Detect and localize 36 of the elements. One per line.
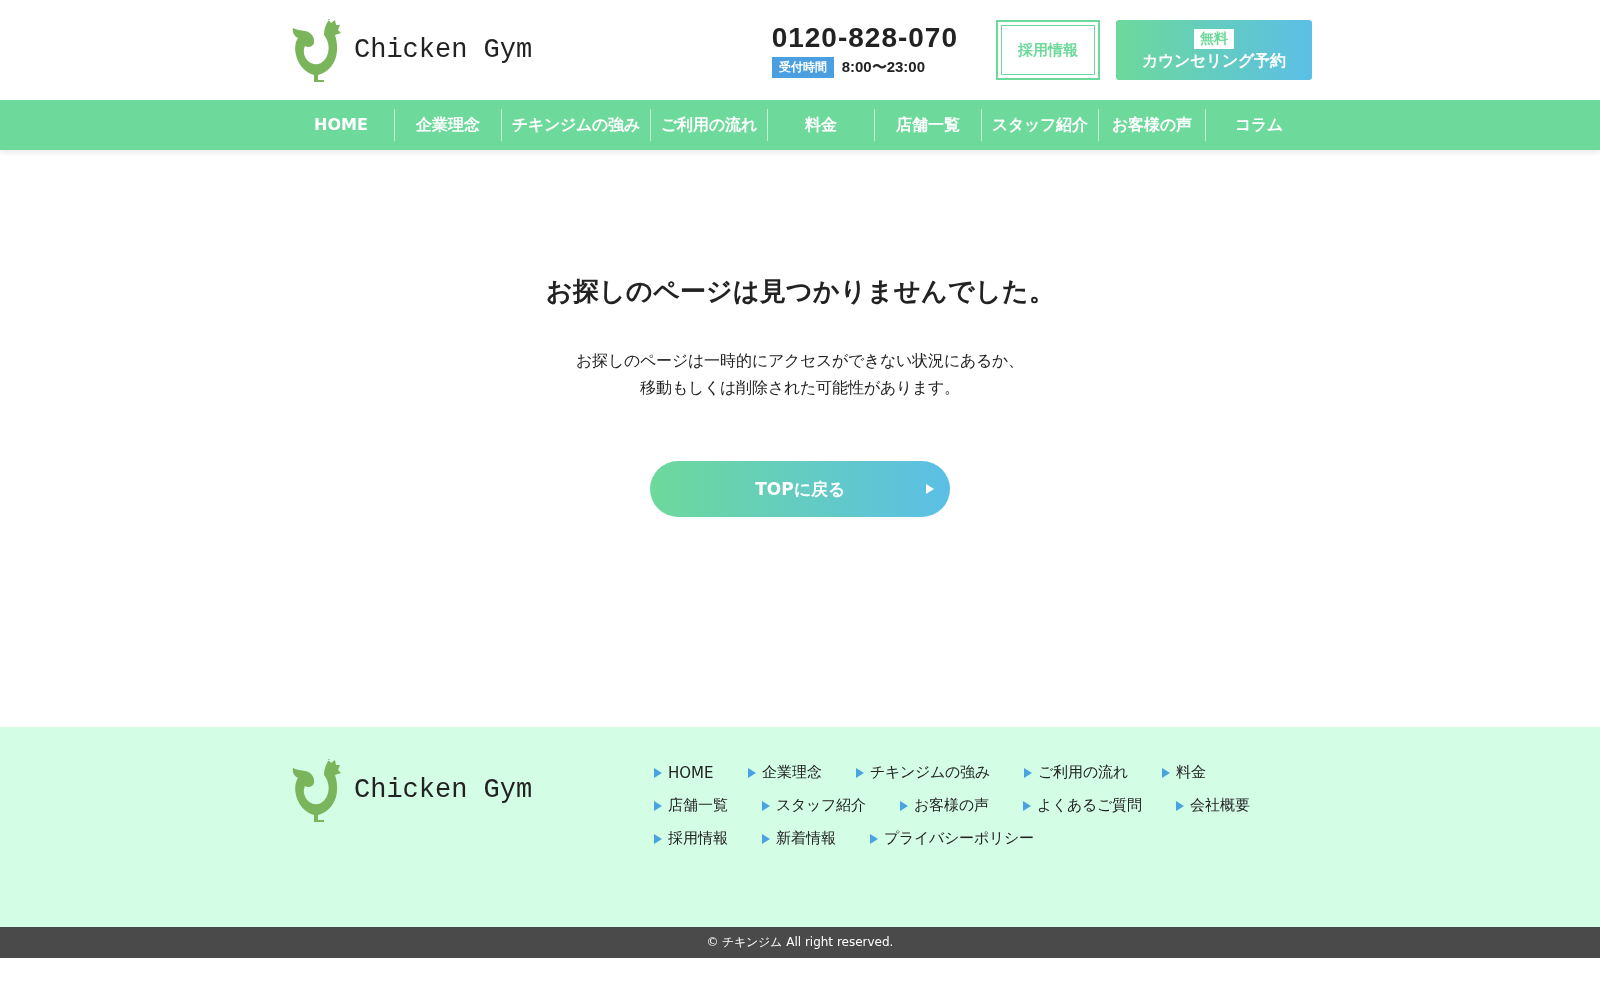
copyright-text: © チキンジム All right reserved. xyxy=(706,934,894,951)
hours-label: 受付時間 xyxy=(771,57,834,78)
error-message: お探しのページは一時的にアクセスができない状況にあるか、 移動もしくは削除された可能性があります。 xyxy=(576,350,1024,399)
footer-link[interactable]: ご利用の流れ xyxy=(1037,763,1128,782)
arrow-icon xyxy=(870,833,878,844)
arrow-icon xyxy=(1161,767,1170,778)
arrow-icon xyxy=(1023,767,1032,778)
arrow-icon xyxy=(654,800,662,811)
footer-link[interactable]: 新着情報 xyxy=(776,829,836,848)
play-icon xyxy=(926,484,934,494)
business-hours: 8:00〜23:00 xyxy=(841,58,925,77)
page-heading: お探しのページは見つかりませんでした。 xyxy=(545,275,1055,308)
footer-link[interactable]: 料金 xyxy=(1175,763,1206,782)
arrow-icon xyxy=(762,833,770,844)
footer-link[interactable]: HOME xyxy=(668,763,714,782)
footer-link[interactable]: 企業理念 xyxy=(761,763,822,782)
arrow-icon xyxy=(654,833,662,844)
footer-link[interactable]: よくあるご質問 xyxy=(1037,796,1142,815)
footer-link[interactable]: スタッフ紹介 xyxy=(776,796,866,815)
footer-link[interactable]: チキンジムの強み xyxy=(869,763,990,782)
footer-link[interactable]: 会社概要 xyxy=(1190,796,1250,815)
arrow-icon xyxy=(1023,800,1031,811)
arrow-icon xyxy=(1176,800,1184,811)
footer-link[interactable]: 採用情報 xyxy=(668,829,728,848)
arrow-icon xyxy=(762,800,770,811)
phone-number: 0120-828-070 xyxy=(771,22,958,54)
footer-link[interactable]: プライバシーポリシー xyxy=(884,829,1034,848)
footer-link[interactable]: 店舗一覧 xyxy=(668,796,728,815)
arrow-icon xyxy=(900,800,908,811)
arrow-icon xyxy=(747,767,756,778)
free-badge: 無料 xyxy=(1194,28,1234,49)
arrow-icon xyxy=(654,767,662,778)
footer-link[interactable]: お客様の声 xyxy=(914,796,989,815)
arrow-icon xyxy=(855,767,864,778)
logo-text: Chicken Gym xyxy=(354,35,533,65)
logo-text: Chicken Gym xyxy=(354,775,533,805)
